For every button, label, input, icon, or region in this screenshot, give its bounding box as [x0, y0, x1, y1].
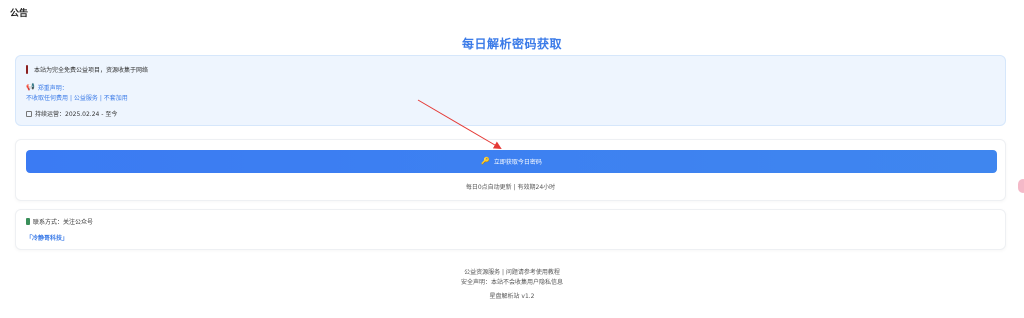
side-float-button[interactable] — [1018, 179, 1024, 193]
operating-period-row: 持续运营：2025.02.24 - 至今 — [26, 109, 117, 118]
footer-line-2: 安全声明：本站不会收集用户隐私信息 — [460, 279, 563, 286]
contact-row: 联系方式：关注公众号 — [26, 217, 93, 226]
page-title: 每日解析密码获取 — [461, 37, 562, 51]
link-public-service[interactable]: 公益服务 — [74, 95, 98, 102]
notice-intro: 本站为完全免费公益项目，资源收集于网络 — [34, 67, 149, 74]
megaphone-icon: 📢 — [26, 83, 35, 91]
get-password-label: 立即获取今日密码 — [493, 160, 542, 166]
footer-line-1: 公益资源服务 | 问题请参考使用教程 — [464, 269, 560, 276]
phone-icon — [26, 218, 30, 225]
contact-card: 联系方式：关注公众号 「冷静哥科技」 — [15, 209, 1006, 250]
header-title: 公告 — [10, 9, 29, 19]
password-card: 🔑 立即获取今日密码 每日0点自动更新 | 有效期24小时 — [15, 139, 1006, 201]
contact-account-link[interactable]: 「冷静哥科技」 — [26, 233, 68, 242]
get-password-button[interactable]: 🔑 立即获取今日密码 — [26, 150, 997, 173]
disclaimer-row: 📢 郑重声明： — [26, 83, 68, 93]
key-icon: 🔑 — [481, 158, 490, 165]
update-info: 每日0点自动更新 | 有效期24小时 — [465, 184, 556, 191]
notice-intro-row: 本站为完全免费公益项目，资源收集于网络 — [26, 65, 148, 74]
contact-label: 联系方式：关注公众号 — [33, 219, 94, 226]
footer-version: 星盘解析站 v1.2 — [489, 293, 535, 300]
link-no-misuse[interactable]: 不套加用 — [104, 95, 128, 102]
operating-period: 持续运营：2025.02.24 - 至今 — [35, 111, 118, 118]
bar-mark-icon — [26, 65, 28, 74]
link-no-fee[interactable]: 不收取任何费用 — [26, 95, 68, 102]
calendar-icon — [26, 110, 32, 117]
footer: 公益资源服务 | 问题请参考使用教程 安全声明：本站不会收集用户隐私信息 星盘解… — [0, 268, 1024, 302]
disclaimer-label: 郑重声明： — [37, 85, 68, 92]
notice-panel: 本站为完全免费公益项目，资源收集于网络 📢 郑重声明： 不收取任何费用 | 公益… — [15, 55, 1006, 126]
disclaimer-links: 不收取任何费用 | 公益服务 | 不套加用 — [26, 95, 128, 102]
